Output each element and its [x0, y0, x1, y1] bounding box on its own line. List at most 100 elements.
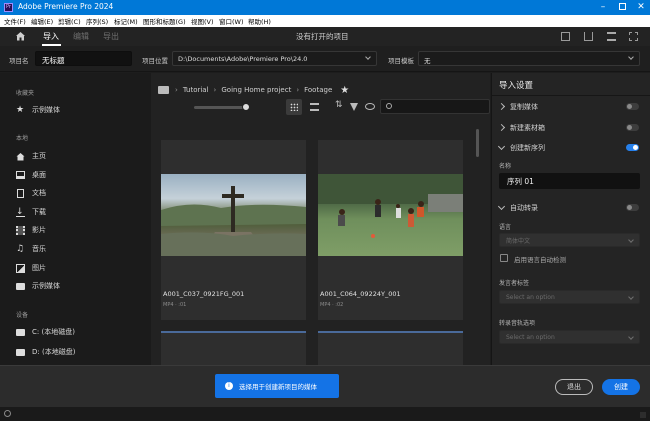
menu-clip[interactable]: 剪辑(C) — [58, 16, 81, 26]
breadcrumb-root-icon[interactable] — [158, 86, 169, 94]
media-hint-banner: i 选择用于创建新项目的媒体 — [215, 374, 339, 398]
menu-window[interactable]: 窗口(W) — [219, 16, 244, 26]
favorite-star-icon[interactable]: ★ — [340, 85, 349, 96]
menu-view[interactable]: 视图(V) — [191, 16, 214, 26]
new-bin-row[interactable]: 新建素材箱 — [497, 122, 645, 133]
create-button[interactable]: 创建 — [602, 379, 640, 395]
menu-file[interactable]: 文件(F) — [4, 16, 26, 26]
speaker-labels-dropdown[interactable]: Select an option — [499, 290, 640, 304]
sidebar-item-label: 文档 — [32, 189, 46, 197]
menu-sequence[interactable]: 序列(S) — [86, 16, 108, 26]
star-icon: ★ — [16, 104, 25, 115]
project-location-dropdown[interactable]: D:\Documents\Adobe\Premiere Pro\24.0 — [172, 51, 377, 66]
page-title: 没有打开的项目 — [296, 32, 349, 41]
sidebar-item-label: 音乐 — [32, 245, 46, 253]
share-icon[interactable] — [584, 32, 593, 41]
grid-view-button[interactable] — [286, 99, 302, 115]
sidebar-item-sample-media-fav[interactable]: ★ 示例媒体 — [16, 103, 146, 117]
file-sidebar: 收藏夹 ★ 示例媒体 本地 主页 桌面 文档 ↓ 下载 影片 ♫ 音乐 图片 示… — [0, 73, 151, 365]
close-button[interactable]: ✕ — [634, 3, 648, 12]
sidebar-item-pictures[interactable]: 图片 — [16, 261, 146, 275]
transcribe-tracks-label: 转录音轨选项 — [499, 320, 536, 327]
search-input[interactable] — [380, 99, 490, 114]
clip-name: A001_C037_0921FG_001 — [163, 290, 245, 298]
clip-card[interactable] — [161, 331, 306, 365]
grid-view-icon — [290, 103, 298, 111]
drive-icon — [16, 328, 25, 336]
auto-transcribe-toggle[interactable] — [626, 204, 639, 211]
copy-media-toggle[interactable] — [626, 103, 639, 110]
menu-edit[interactable]: 编辑(E) — [31, 16, 53, 26]
clip-card[interactable] — [318, 331, 463, 365]
clip-card[interactable]: A001_C064_09224Y_001 MP4 · :02 — [318, 140, 463, 320]
menu-help[interactable]: 帮助(H) — [248, 16, 271, 26]
eye-icon[interactable] — [365, 103, 375, 110]
clip-card[interactable]: A001_C037_0921FG_001 MP4 · :01 — [161, 140, 306, 320]
chevron-right-icon: › — [175, 86, 178, 94]
bottom-action-bar: i 选择用于创建新项目的媒体 退出 创建 — [0, 365, 650, 407]
tab-edit[interactable]: 编辑 — [73, 31, 89, 42]
resize-grip-icon[interactable] — [640, 412, 646, 418]
chevron-right-icon — [497, 102, 506, 111]
sidebar-item-label: 主页 — [32, 152, 46, 160]
menu-graphics[interactable]: 图形和标题(G) — [143, 16, 186, 26]
sort-icon[interactable]: ⇅ — [335, 100, 343, 110]
breadcrumb: › Tutorial › Going Home project › Footag… — [158, 84, 349, 96]
sidebar-item-sample-media[interactable]: 示例媒体 — [16, 279, 146, 293]
info-icon: i — [225, 382, 233, 390]
clip-thumbnail[interactable] — [161, 174, 306, 256]
auto-transcribe-label: 自动转录 — [510, 203, 538, 212]
clip-thumbnail[interactable] — [318, 174, 463, 256]
project-settings-row: 项目名 无标题 项目位置 D:\Documents\Adobe\Premiere… — [0, 46, 650, 72]
sidebar-item-music[interactable]: ♫ 音乐 — [16, 242, 146, 256]
project-name-input[interactable]: 无标题 — [35, 51, 132, 66]
sidebar-item-drive-c[interactable]: C: (本地磁盘) — [16, 325, 146, 339]
filter-icon[interactable] — [350, 103, 358, 111]
project-template-label: 项目模板 — [388, 57, 414, 65]
sequence-name-input[interactable]: 序列 01 — [499, 173, 640, 189]
auto-transcribe-row[interactable]: 自动转录 — [497, 202, 645, 213]
sidebar-item-downloads[interactable]: ↓ 下载 — [16, 205, 146, 219]
tab-import[interactable]: 导入 — [43, 31, 59, 42]
sidebar-item-desktop[interactable]: 桌面 — [16, 168, 146, 182]
maximize-button[interactable] — [615, 3, 629, 13]
new-bin-toggle[interactable] — [626, 124, 639, 131]
menu-marker[interactable]: 标记(M) — [114, 16, 138, 26]
browser-scrollbar[interactable] — [476, 129, 479, 157]
document-icon — [17, 188, 24, 198]
slider-handle[interactable] — [242, 103, 250, 111]
breadcrumb-item[interactable]: Going Home project — [221, 86, 291, 94]
cross-hill-image — [161, 186, 306, 256]
sidebar-item-videos[interactable]: 影片 — [16, 223, 146, 237]
breadcrumb-item[interactable]: Tutorial — [183, 86, 209, 94]
import-settings-title: 导入设置 — [499, 81, 534, 91]
sidebar-item-home[interactable]: 主页 — [16, 149, 146, 163]
auto-detect-checkbox[interactable] — [500, 254, 508, 262]
minimize-button[interactable]: – — [596, 3, 610, 12]
language-dropdown[interactable]: 简体中文 — [499, 233, 640, 247]
sidebar-item-drive-d[interactable]: D: (本地磁盘) — [16, 345, 146, 359]
list-view-icon[interactable] — [310, 103, 319, 111]
sidebar-item-documents[interactable]: 文档 — [16, 186, 146, 200]
chevron-right-icon — [497, 123, 506, 132]
sidebar-item-label: 示例媒体 — [32, 282, 60, 290]
folder-icon — [16, 282, 25, 290]
create-sequence-row[interactable]: 创建新序列 — [497, 142, 645, 153]
fullscreen-icon[interactable] — [629, 32, 638, 41]
home-icon[interactable] — [15, 31, 26, 41]
breadcrumb-item[interactable]: Footage — [304, 86, 332, 94]
transcribe-tracks-dropdown[interactable]: Select an option — [499, 330, 640, 344]
tab-export[interactable]: 导出 — [103, 31, 119, 42]
quick-export-icon[interactable] — [561, 32, 570, 41]
home-icon — [16, 152, 25, 161]
sidebar-item-label: 下载 — [32, 208, 46, 216]
copy-media-label: 复制媒体 — [510, 102, 538, 111]
project-template-dropdown[interactable]: 无 — [418, 51, 640, 66]
create-sequence-toggle[interactable] — [626, 144, 639, 151]
local-header: 本地 — [16, 135, 29, 142]
copy-media-row[interactable]: 复制媒体 — [497, 101, 645, 112]
workspace-menu-icon[interactable] — [607, 32, 616, 41]
exit-button[interactable]: 退出 — [555, 379, 593, 395]
thumbnail-size-slider[interactable] — [194, 103, 250, 111]
workspace-nav: 导入 编辑 导出 没有打开的项目 — [0, 27, 650, 46]
